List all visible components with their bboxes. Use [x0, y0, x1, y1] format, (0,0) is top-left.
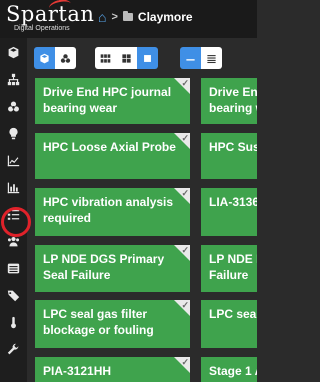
card-drive-end-hpc-2[interactable]: ✓ Drive End HPC journal bearing wear: [201, 78, 257, 124]
card-hpc-vibration-analysis[interactable]: ✓ HPC vibration analysis required: [35, 188, 190, 236]
grid-medium-button[interactable]: [116, 47, 137, 69]
card-lia-3136[interactable]: ✓ LIA-3136: [201, 188, 257, 236]
check-icon: ✓: [181, 300, 189, 310]
lightbulb-icon[interactable]: [5, 125, 22, 142]
line-chart-icon[interactable]: [5, 152, 22, 169]
card-lp-nde-dgs-primary[interactable]: ✓ LP NDE DGS Primary Seal Failure: [35, 245, 190, 292]
card-title: HPC vibration analysis required: [43, 195, 174, 225]
card-title: Drive End HPC journal bearing wear: [209, 85, 257, 115]
card-title: LP NDE DGS Primary Seal Failure: [43, 252, 165, 282]
brand-subtitle: Digital Operations: [14, 25, 70, 32]
breadcrumb: ⌂ > Claymore: [98, 10, 193, 24]
cube-icon[interactable]: [5, 44, 22, 61]
grid-large-button[interactable]: [137, 47, 158, 69]
card-lpc-seal-gas[interactable]: ✓ LPC seal gas: [201, 300, 257, 348]
check-icon: ✓: [181, 245, 189, 255]
check-icon: ✓: [181, 133, 189, 143]
biohazard-view-button[interactable]: [55, 47, 76, 69]
sidebar: [0, 38, 31, 382]
check-icon: ✓: [181, 78, 189, 88]
card-title: PIA-3121HH: [43, 364, 112, 378]
single-row-button[interactable]: [180, 47, 201, 69]
card-lp-nde-dgs-seal[interactable]: ✓ LP NDE DGS Seal Failure: [201, 245, 257, 292]
top-bar: Spartan Digital Operations ⌂ > Claymore: [0, 0, 257, 38]
card-grid: ✓ Drive End HPC journal bearing wear ✓ D…: [27, 76, 257, 382]
card-title: HPC Loose Axial Probe: [43, 140, 176, 154]
cube-view-button[interactable]: [34, 47, 55, 69]
card-title: LIA-3136: [209, 195, 257, 209]
brand-logo[interactable]: Spartan Digital Operations: [6, 0, 94, 32]
check-icon: ✓: [181, 357, 189, 367]
grid-small-button[interactable]: [95, 47, 116, 69]
home-icon[interactable]: ⌂: [98, 10, 106, 24]
grid-size-group: [95, 47, 158, 69]
hierarchy-icon[interactable]: [5, 71, 22, 88]
card-drive-end-hpc[interactable]: ✓ Drive End HPC journal bearing wear: [35, 78, 190, 124]
card-hpc-loose-axial-probe[interactable]: ✓ HPC Loose Axial Probe: [35, 133, 190, 179]
card-title: LPC seal gas: [209, 307, 257, 321]
card-hpc-suspected-probe[interactable]: ✓ HPC Suspected Probe: [201, 133, 257, 179]
view-toggle-group: [34, 47, 76, 69]
wrench-icon[interactable]: [5, 341, 22, 358]
toolbar: [27, 38, 257, 76]
tag-icon[interactable]: [5, 287, 22, 304]
card-title: LP NDE DGS Seal Failure: [209, 252, 257, 282]
thermometer-icon[interactable]: [5, 314, 22, 331]
biohazard-icon[interactable]: [5, 98, 22, 115]
layout-toggle-group: [180, 47, 222, 69]
card-title: LPC seal gas filter blockage or fouling: [43, 307, 154, 337]
check-icon: ✓: [181, 188, 189, 198]
card-title: Stage 1 A: [209, 364, 257, 378]
breadcrumb-current[interactable]: Claymore: [138, 10, 193, 24]
list-icon[interactable]: [5, 260, 22, 277]
breadcrumb-separator: >: [111, 11, 118, 23]
card-stage-1[interactable]: ✓ Stage 1 A: [201, 357, 257, 382]
card-title: HPC Suspected Probe: [209, 140, 257, 154]
bar-chart-icon[interactable]: [5, 179, 22, 196]
card-pia-3121hh[interactable]: ✓ PIA-3121HH: [35, 357, 190, 382]
card-title: Drive End HPC journal bearing wear: [43, 85, 172, 115]
card-lpc-seal-gas-filter[interactable]: ✓ LPC seal gas filter blockage or foulin…: [35, 300, 190, 348]
folder-icon: [122, 11, 133, 21]
list-layout-button[interactable]: [201, 47, 222, 69]
